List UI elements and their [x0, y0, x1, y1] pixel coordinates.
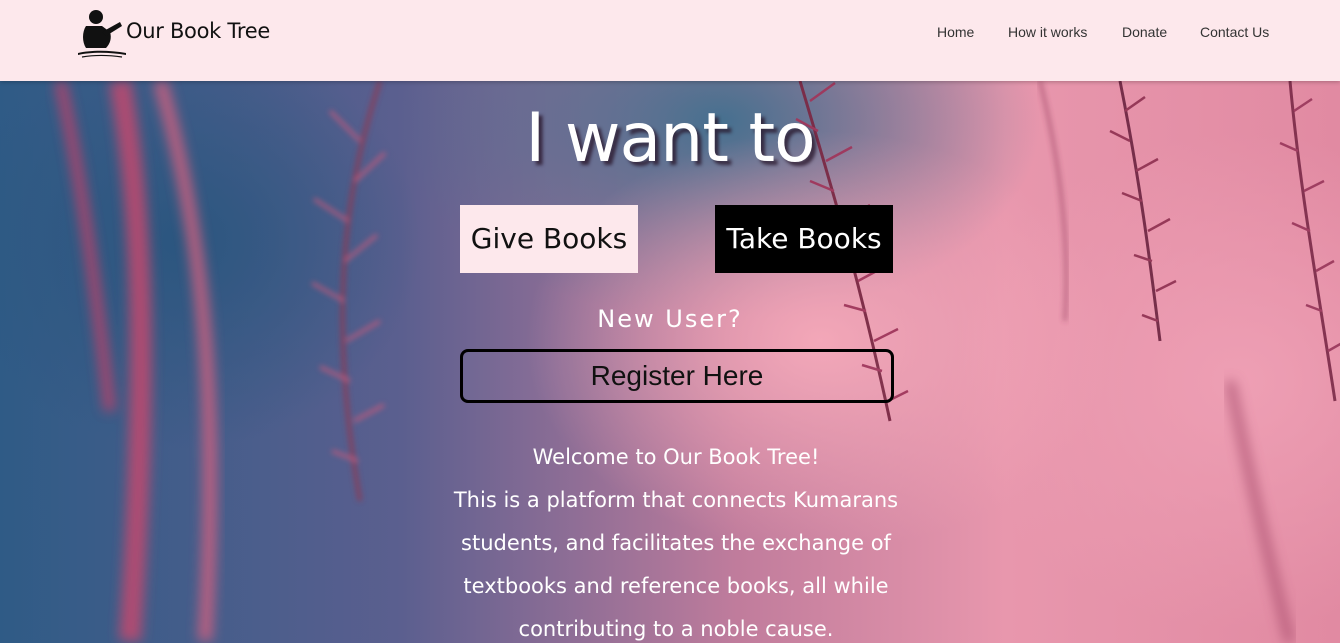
nav-contact-us[interactable]: Contact Us — [1200, 24, 1269, 40]
welcome-description: This is a platform that connects Kumaran… — [453, 488, 899, 641]
child-reading-icon[interactable] — [76, 8, 128, 60]
welcome-text: Welcome to Our Book Tree! This is a plat… — [420, 436, 932, 643]
nav-home[interactable]: Home — [937, 24, 974, 40]
nav-donate[interactable]: Donate — [1122, 24, 1167, 40]
nav-how-it-works[interactable]: How it works — [1008, 24, 1087, 40]
site-header: Our Book Tree Home How it works Donate C… — [0, 0, 1340, 81]
page: Our Book Tree Home How it works Donate C… — [0, 0, 1340, 643]
new-user-label: New User? — [597, 305, 743, 333]
register-button[interactable]: Register Here — [460, 349, 894, 403]
hero-headline: I want to — [525, 99, 816, 178]
brand-name[interactable]: Our Book Tree — [126, 19, 270, 43]
welcome-title: Welcome to Our Book Tree! — [532, 445, 820, 469]
take-books-button[interactable]: Take Books — [715, 205, 893, 273]
give-books-button[interactable]: Give Books — [460, 205, 638, 273]
